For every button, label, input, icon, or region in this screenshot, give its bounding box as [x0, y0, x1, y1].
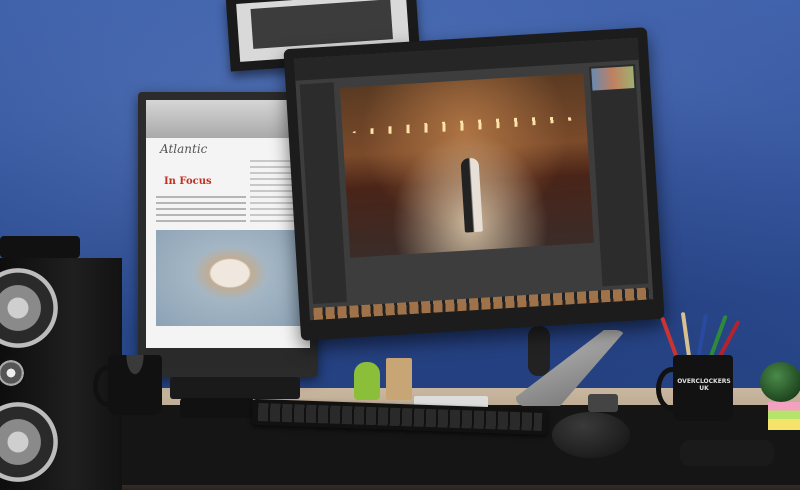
- trackpad: [680, 440, 774, 466]
- couple-figure: [460, 157, 483, 233]
- main-monitor: [283, 27, 665, 341]
- sticky-notes: [768, 402, 800, 430]
- pen-green: [708, 314, 728, 360]
- histogram: [591, 66, 635, 91]
- lightroom-right-panel: [589, 63, 649, 287]
- wedding-photo-theatre: [339, 73, 594, 258]
- website-logo: Atlantic: [160, 142, 208, 156]
- android-figure: [354, 362, 380, 400]
- stress-ball: [760, 362, 800, 402]
- taskbar: [146, 348, 310, 368]
- monitor-arm-neck: [528, 326, 550, 376]
- mug-logo-text: OVERCLOCKERS UK: [677, 378, 731, 392]
- pens-in-mug: [660, 311, 744, 363]
- camera: [588, 394, 618, 412]
- pen-blue: [696, 314, 708, 360]
- article-text-lines: [156, 196, 246, 226]
- browser-toolbar: [146, 100, 310, 138]
- mouse: [552, 412, 630, 458]
- lightroom-left-panel: [299, 82, 347, 305]
- gamepad: [0, 236, 80, 258]
- website-headline: In Focus: [164, 176, 212, 187]
- main-monitor-screen: [294, 37, 654, 321]
- article-photo: [156, 230, 304, 326]
- theatre-lights: [352, 113, 577, 138]
- frame-artwork: [250, 0, 393, 49]
- smartphone: [180, 398, 254, 418]
- danbo-figure: [386, 358, 412, 400]
- mug-left: [108, 355, 162, 415]
- portrait-monitor-stand: [170, 377, 300, 399]
- portrait-monitor-screen: Atlantic In Focus: [146, 100, 310, 368]
- filmstrip: [313, 287, 650, 321]
- pen-beige: [680, 311, 692, 359]
